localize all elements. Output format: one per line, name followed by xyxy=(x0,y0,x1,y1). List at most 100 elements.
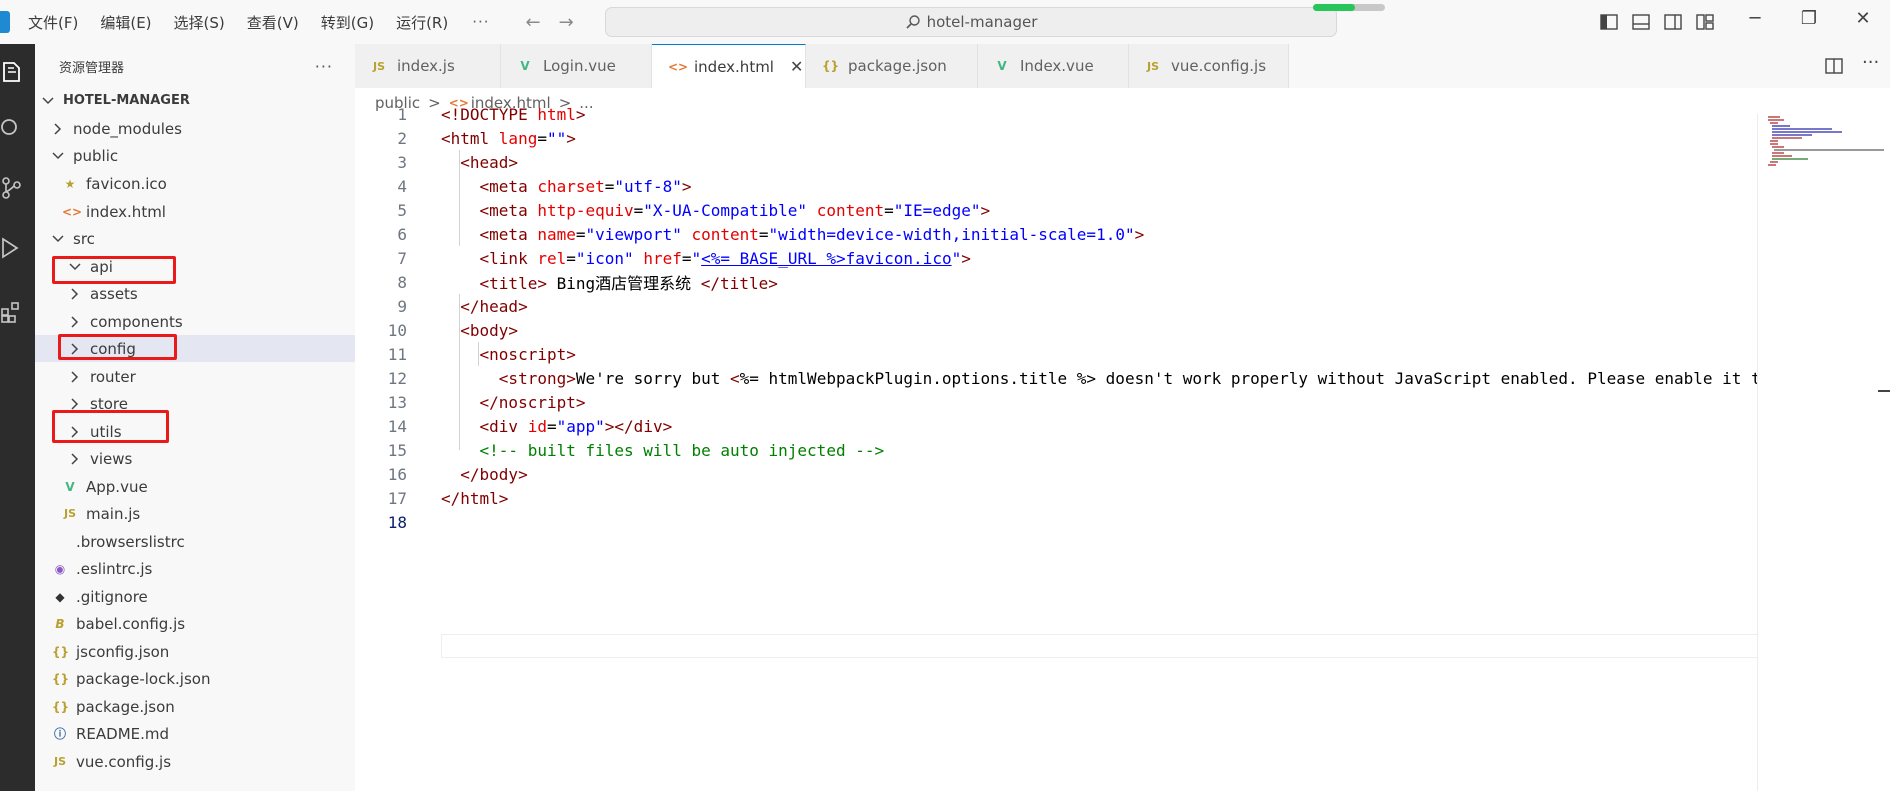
chevron-down-icon xyxy=(52,151,64,159)
toggle-primary-sidebar-icon[interactable] xyxy=(1599,12,1619,32)
code-line[interactable]: 18 xyxy=(355,510,1755,534)
code-token: <body> xyxy=(460,320,519,340)
tree-item-app-vue[interactable]: V App.vue xyxy=(35,473,382,500)
code-line[interactable]: 3 <head> xyxy=(355,150,1755,174)
customize-layout-icon[interactable] xyxy=(1695,12,1715,32)
tab-index-html[interactable]: <> index.html ✕ xyxy=(652,44,806,88)
star-icon: ★ xyxy=(64,176,76,191)
code-token: > xyxy=(575,104,586,124)
tab-login-vue[interactable]: V Login.vue xyxy=(501,44,652,88)
menu-file[interactable]: 文件(F) xyxy=(28,12,78,33)
tree-item-public[interactable]: public xyxy=(35,142,371,169)
tree-item-router[interactable]: router xyxy=(35,363,388,390)
minimap-preview xyxy=(1768,116,1884,166)
code-line[interactable]: 1 <!DOCTYPE html> xyxy=(355,102,1755,126)
line-number: 18 xyxy=(387,512,407,532)
code-token: Bing酒店管理系统 xyxy=(546,274,701,293)
forward-arrow-icon[interactable]: → xyxy=(559,12,574,33)
source-control-icon[interactable] xyxy=(0,176,24,200)
tree-item-assets[interactable]: assets xyxy=(35,280,388,307)
more-actions-icon[interactable]: ··· xyxy=(1862,52,1882,73)
toggle-secondary-sidebar-icon[interactable] xyxy=(1663,12,1683,32)
code-line[interactable]: 9 </head> xyxy=(355,294,1755,318)
chevron-right-icon xyxy=(71,452,79,465)
tree-item-src[interactable]: src xyxy=(35,225,371,252)
tree-item-node-modules[interactable]: node_modules xyxy=(35,115,371,142)
code-token: " xyxy=(691,248,702,268)
restore-button[interactable]: ❐ xyxy=(1794,8,1824,29)
split-editor-icon[interactable] xyxy=(1824,56,1844,76)
tab-index-js[interactable]: JS index.js xyxy=(355,44,501,88)
line-number: 13 xyxy=(387,392,407,412)
tree-item-label: .gitignore xyxy=(76,587,148,606)
tree-item-label: .eslintrc.js xyxy=(76,559,153,578)
tab-vue-config-js[interactable]: JS vue.config.js xyxy=(1129,44,1289,88)
code-line[interactable]: 15 <!-- built files will be auto injecte… xyxy=(355,438,1755,462)
code-line[interactable]: 12 <strong>We're sorry but <%= htmlWebpa… xyxy=(355,366,1761,390)
code-line[interactable]: 5 <meta http-equiv="X-UA-Compatible" con… xyxy=(355,198,1755,222)
close-tab-icon[interactable]: ✕ xyxy=(790,57,803,76)
code-line[interactable]: 8 <title> Bing酒店管理系统 </title> xyxy=(355,270,1755,294)
tree-item-eslintrc[interactable]: ◉ .eslintrc.js xyxy=(35,555,372,582)
minimap[interactable] xyxy=(1757,114,1890,791)
menu-selection[interactable]: 选择(S) xyxy=(174,12,225,33)
code-line[interactable]: 16 </body> xyxy=(355,462,1755,486)
command-center-search[interactable]: hotel-manager xyxy=(605,7,1337,37)
minimize-button[interactable]: ─ xyxy=(1740,8,1770,29)
code-line[interactable]: 7 <link rel="icon" href="<%= BASE_URL %>… xyxy=(355,246,1755,270)
code-token: " xyxy=(951,248,962,268)
line-number: 16 xyxy=(387,464,407,484)
tree-item-main-js[interactable]: JS main.js xyxy=(35,500,382,527)
code-token: html xyxy=(537,104,576,124)
back-arrow-icon[interactable]: ← xyxy=(526,12,541,33)
code-line[interactable]: 11 <noscript> xyxy=(355,342,1755,366)
menu-run[interactable]: 运行(R) xyxy=(396,12,448,33)
code-line[interactable]: 2 <html lang=""> xyxy=(355,126,1755,150)
line-number: 1 xyxy=(397,104,407,124)
menu-view[interactable]: 查看(V) xyxy=(247,12,299,33)
tree-item-gitignore[interactable]: ◆ .gitignore xyxy=(35,583,372,610)
explorer-files-icon[interactable] xyxy=(0,60,24,84)
code-line[interactable]: 14 <div id="app"></div> xyxy=(355,414,1755,438)
code-editor[interactable]: 1 <!DOCTYPE html> 2 <html lang=""> 3 <head> 4… xyxy=(355,105,1763,791)
code-token: <title> xyxy=(479,274,547,293)
extensions-icon[interactable] xyxy=(0,299,24,323)
tree-item-label: babel.config.js xyxy=(76,614,186,633)
menu-more-button[interactable]: ··· xyxy=(472,13,489,31)
tree-item-index-html[interactable]: <> index.html xyxy=(35,198,382,225)
code-line[interactable]: 4 <meta charset="utf-8"> xyxy=(355,174,1755,198)
tree-item-label: favicon.ico xyxy=(86,174,167,193)
tree-item-favicon[interactable]: ★ favicon.ico xyxy=(35,170,382,197)
toggle-panel-icon[interactable] xyxy=(1631,12,1651,32)
code-token: = xyxy=(575,224,586,244)
tree-item-components[interactable]: components xyxy=(35,308,388,335)
explorer-header: 资源管理器 ··· xyxy=(35,44,355,88)
tree-item-label: package-lock.json xyxy=(76,669,211,688)
code-token: href xyxy=(643,248,682,268)
tree-item-vue-config[interactable]: JS vue.config.js xyxy=(35,748,372,775)
close-window-button[interactable]: ✕ xyxy=(1848,8,1878,29)
menu-go[interactable]: 转到(G) xyxy=(321,12,374,33)
tree-item-jsconfig[interactable]: {} jsconfig.json xyxy=(35,638,372,665)
tree-item-browserslistrc[interactable]: .browserslistrc xyxy=(35,528,372,555)
tree-item-views[interactable]: views xyxy=(35,445,388,472)
tree-item-package-json[interactable]: {} package.json xyxy=(35,693,372,720)
explorer-more-button[interactable]: ··· xyxy=(315,57,333,76)
tree-item-babel-config[interactable]: B babel.config.js xyxy=(35,610,372,637)
tree-item-package-lock[interactable]: {} package-lock.json xyxy=(35,665,372,692)
code-line[interactable]: 10 <body> xyxy=(355,318,1755,342)
search-icon[interactable] xyxy=(0,117,24,141)
tree-item-readme[interactable]: ⓘ README.md xyxy=(35,720,372,747)
tab-package-json[interactable]: {} package.json xyxy=(806,44,978,88)
project-root[interactable]: HOTEL-MANAGER xyxy=(35,87,361,114)
code-line[interactable]: 17 </html> xyxy=(355,486,1755,510)
code-line[interactable]: 6 <meta name="viewport" content="width=d… xyxy=(355,222,1755,246)
tab-index-vue[interactable]: V Index.vue xyxy=(978,44,1129,88)
code-line[interactable]: 13 </noscript> xyxy=(355,390,1755,414)
run-debug-icon[interactable] xyxy=(0,236,24,260)
menu-edit[interactable]: 编辑(E) xyxy=(100,12,151,33)
chevron-down-icon xyxy=(42,96,54,104)
